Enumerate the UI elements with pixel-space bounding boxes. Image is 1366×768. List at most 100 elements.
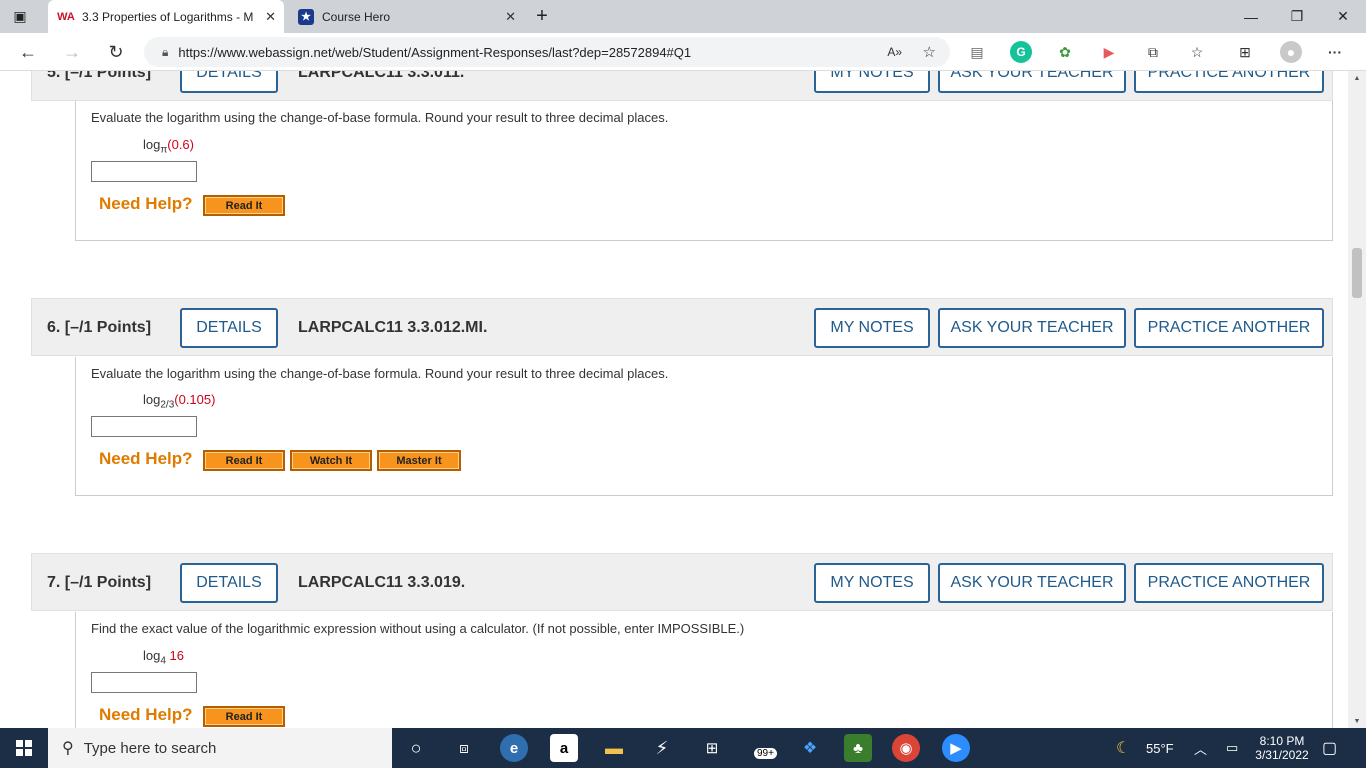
my-notes-button[interactable]: MY NOTES — [814, 308, 930, 348]
minimize-icon[interactable]: — — [1228, 0, 1274, 33]
practice-another-button[interactable]: PRACTICE ANOTHER — [1134, 71, 1324, 93]
extension-icon[interactable]: ▤ — [966, 41, 988, 63]
question-header: 7. [–/1 Points] DETAILS LARPCALC11 3.3.0… — [31, 553, 1333, 611]
tab-webassign[interactable]: WA 3.3 Properties of Logarithms - M ✕ — [48, 0, 284, 33]
url-text: https://www.webassign.net/web/Student/As… — [178, 44, 692, 60]
mail-icon[interactable]: 99+ — [746, 734, 784, 762]
clock-time: 8:10 PM — [1259, 734, 1305, 748]
question-body: Evaluate the logarithm using the change-… — [75, 101, 1333, 241]
question-prompt: Evaluate the logarithm using the change-… — [91, 366, 669, 381]
question-body: Find the exact value of the logarithmic … — [75, 612, 1333, 728]
question-body: Evaluate the logarithm using the change-… — [75, 357, 1333, 496]
question-points: 7. [–/1 Points] — [47, 574, 152, 591]
ask-teacher-button[interactable]: ASK YOUR TEACHER — [938, 563, 1126, 603]
refresh-icon[interactable]: ↻ — [102, 38, 130, 66]
scroll-up-icon[interactable]: ▲ — [1348, 71, 1366, 85]
search-icon: ⚲ — [62, 740, 74, 757]
need-help-label: Need Help? — [99, 705, 193, 724]
log-expression: logπ(0.6) — [143, 137, 194, 156]
forward-icon[interactable]: → — [58, 38, 86, 66]
my-notes-button[interactable]: MY NOTES — [814, 71, 930, 93]
cortana-icon[interactable]: ○ — [402, 734, 430, 762]
ask-teacher-button[interactable]: ASK YOUR TEACHER — [938, 71, 1126, 93]
weather-temp[interactable]: 55°F — [1146, 728, 1174, 768]
watch-it-button[interactable]: Watch It — [290, 450, 372, 471]
ask-teacher-button[interactable]: ASK YOUR TEACHER — [938, 308, 1126, 348]
log-expression: log4 16 — [143, 648, 184, 667]
zoom-icon[interactable]: ▶ — [942, 734, 970, 762]
edge-browser-icon[interactable]: e — [500, 734, 528, 762]
chrome-icon[interactable]: ◉ — [892, 734, 920, 762]
tab-actions-icon[interactable]: ▣ — [0, 0, 40, 33]
question-prompt: Evaluate the logarithm using the change-… — [91, 110, 669, 125]
tray-overflow-icon[interactable]: ︿ — [1194, 728, 1207, 768]
extension-icon[interactable]: ✿ — [1054, 41, 1076, 63]
read-aloud-icon[interactable]: A» — [887, 45, 902, 59]
my-notes-button[interactable]: MY NOTES — [814, 563, 930, 603]
windows-start-button[interactable] — [0, 728, 48, 768]
need-help-label: Need Help? — [99, 194, 193, 213]
clock[interactable]: 8:10 PM 3/31/2022 — [1250, 728, 1314, 768]
scrollbar-thumb[interactable] — [1352, 248, 1362, 298]
question-header: 6. [–/1 Points] DETAILS LARPCALC11 3.3.0… — [31, 298, 1333, 356]
windows-logo-icon — [16, 740, 32, 756]
answer-input[interactable] — [91, 161, 197, 182]
add-favorite-icon[interactable]: ☆ — [923, 43, 936, 61]
weather-icon[interactable]: ☾ — [1116, 728, 1130, 768]
extension-icon[interactable]: ▶ — [1098, 41, 1120, 63]
webassign-favicon-icon: WA — [57, 10, 75, 23]
scroll-down-icon[interactable]: ▼ — [1348, 714, 1366, 728]
restore-icon[interactable]: ❐ — [1274, 0, 1320, 33]
question-points: 6. [–/1 Points] — [47, 319, 152, 336]
details-button[interactable]: DETAILS — [180, 563, 278, 603]
log-expression: log2/3(0.105) — [143, 392, 216, 411]
collections-icon[interactable]: ⊞ — [1234, 41, 1256, 63]
vertical-scrollbar[interactable]: ▲ ▼ — [1348, 71, 1366, 728]
browser-tab-strip: ▣ WA 3.3 Properties of Logarithms - M ✕ … — [0, 0, 1366, 33]
question-code: LARPCALC11 3.3.019. — [298, 574, 466, 591]
read-it-button[interactable]: Read It — [203, 450, 285, 471]
details-button[interactable]: DETAILS — [180, 71, 278, 93]
page-content: 5. [–/1 Points] DETAILS LARPCALC11 3.3.0… — [0, 71, 1348, 728]
more-menu-icon[interactable]: ··· — [1324, 41, 1346, 63]
favorites-icon[interactable]: ☆ — [1186, 41, 1208, 63]
amazon-icon[interactable]: a — [550, 734, 578, 762]
notification-badge: 99+ — [754, 748, 777, 759]
details-button[interactable]: DETAILS — [180, 308, 278, 348]
question-prompt: Find the exact value of the logarithmic … — [91, 621, 745, 636]
battery-icon[interactable]: ▭ — [1226, 728, 1238, 768]
master-it-button[interactable]: Master It — [377, 450, 461, 471]
practice-another-button[interactable]: PRACTICE ANOTHER — [1134, 563, 1324, 603]
windows-taskbar: ⚲ Type here to search ○ ⧈ e a ▬ ⚡︎ ⊞ 99+… — [0, 728, 1366, 768]
grammarly-icon[interactable]: G — [1010, 41, 1032, 63]
lock-icon: 🔒︎ — [162, 44, 169, 59]
read-it-button[interactable]: Read It — [203, 195, 285, 216]
microsoft-store-icon[interactable]: ⊞ — [698, 734, 726, 762]
close-window-icon[interactable]: ✕ — [1320, 0, 1366, 33]
taskbar-search-box[interactable]: ⚲ Type here to search — [48, 728, 392, 768]
dropbox-icon[interactable]: ❖ — [796, 734, 824, 762]
task-view-icon[interactable]: ⧈ — [450, 734, 478, 762]
practice-another-button[interactable]: PRACTICE ANOTHER — [1134, 308, 1324, 348]
read-it-button[interactable]: Read It — [203, 706, 285, 727]
file-explorer-icon[interactable]: ▬ — [600, 734, 628, 762]
app-icon[interactable]: ⚡︎ — [648, 734, 676, 762]
answer-input[interactable] — [91, 672, 197, 693]
profile-avatar[interactable]: ● — [1280, 41, 1302, 63]
need-help-label: Need Help? — [99, 449, 193, 468]
game-icon[interactable]: ♣ — [844, 734, 872, 762]
notifications-icon[interactable]: ▢ — [1322, 728, 1337, 768]
close-tab-icon[interactable]: ✕ — [265, 9, 276, 25]
new-tab-button[interactable]: + — [524, 0, 560, 33]
question-code: LARPCALC11 3.3.012.MI. — [298, 319, 488, 336]
extensions-puzzle-icon[interactable]: ⧉ — [1142, 41, 1164, 63]
clock-date: 3/31/2022 — [1255, 748, 1309, 762]
tab-title: Course Hero — [322, 9, 391, 24]
tab-course-hero[interactable]: ★ Course Hero ✕ — [288, 0, 524, 33]
browser-toolbar: ← → ↻ 🔒︎ https://www.webassign.net/web/S… — [0, 33, 1366, 71]
close-tab-icon[interactable]: ✕ — [505, 9, 516, 25]
address-bar[interactable]: 🔒︎ https://www.webassign.net/web/Student… — [144, 37, 950, 67]
back-icon[interactable]: ← — [14, 38, 42, 66]
answer-input[interactable] — [91, 416, 197, 437]
question-header: 5. [–/1 Points] DETAILS LARPCALC11 3.3.0… — [31, 71, 1333, 101]
